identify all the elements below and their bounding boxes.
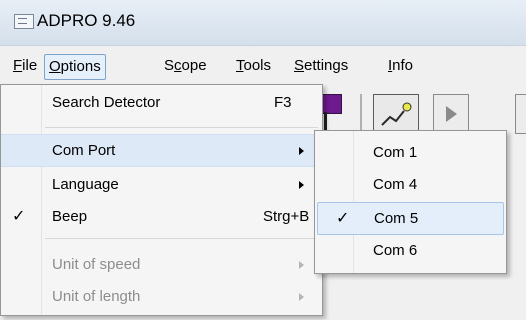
play-button[interactable] (433, 94, 469, 134)
menu-file[interactable]: File (11, 54, 39, 78)
scope-icon (381, 102, 412, 126)
menu-item-label: Com Port (52, 142, 116, 159)
menu-item-com-port[interactable]: Com Port (1, 134, 322, 167)
menu-options[interactable]: Options (44, 54, 106, 80)
menu-info[interactable]: Info (386, 54, 415, 78)
menu-item-label: Com 4 (373, 176, 418, 193)
menu-tools[interactable]: Tools (234, 54, 273, 78)
submenu-arrow-icon (299, 261, 304, 269)
menu-item-label: Com 6 (373, 242, 418, 259)
com-port-submenu: Com 1 Com 4 ✓ Com 5 Com 6 (314, 130, 507, 274)
shortcut-label: F3 (274, 94, 292, 111)
menu-item-label: Unit of length (52, 288, 141, 305)
window-title: ADPRO 9.46 (37, 11, 136, 30)
submenu-arrow-icon (299, 181, 304, 189)
detector-flag-stem (324, 112, 327, 130)
menu-item-com1[interactable]: Com 1 (315, 137, 506, 168)
submenu-arrow-icon (299, 147, 304, 155)
menu-item-com5[interactable]: ✓ Com 5 (317, 202, 504, 235)
menu-settings[interactable]: Settings (292, 54, 350, 78)
checkmark-icon: ✓ (12, 208, 26, 225)
menu-item-language[interactable]: Language (1, 169, 322, 200)
menu-scope[interactable]: Scope (162, 54, 209, 78)
options-menu: Search Detector F3 Com Port Language ✓ B… (0, 84, 323, 316)
menu-item-label: Beep (52, 208, 88, 225)
app-window-icon (14, 14, 34, 29)
menu-bar: File Options Scope Tools Settings Info (0, 45, 526, 85)
submenu-arrow-icon (299, 293, 304, 301)
shortcut-label: Strg+B (263, 208, 310, 225)
checkmark-icon: ✓ (336, 210, 350, 227)
menu-item-label: Language (52, 176, 119, 193)
menu-item-label: Com 5 (374, 210, 419, 227)
toolbar-button-partial[interactable] (515, 94, 526, 134)
menu-item-label: Unit of speed (52, 256, 141, 273)
menu-item-unit-length: Unit of length (1, 281, 322, 312)
menu-item-label: Com 1 (373, 144, 418, 161)
detector-flag-icon[interactable] (322, 94, 342, 114)
menu-item-unit-speed: Unit of speed (1, 249, 322, 280)
menu-divider (45, 238, 318, 239)
menu-item-label: Search Detector (52, 94, 161, 111)
title-bar: ADPRO 9.46 (0, 0, 526, 45)
menu-divider (45, 127, 318, 128)
menu-item-search-detector[interactable]: Search Detector F3 (1, 87, 322, 118)
menu-item-com4[interactable]: Com 4 (315, 169, 506, 200)
menu-item-com6[interactable]: Com 6 (315, 235, 506, 266)
menu-item-beep[interactable]: ✓ Beep Strg+B (1, 201, 322, 232)
